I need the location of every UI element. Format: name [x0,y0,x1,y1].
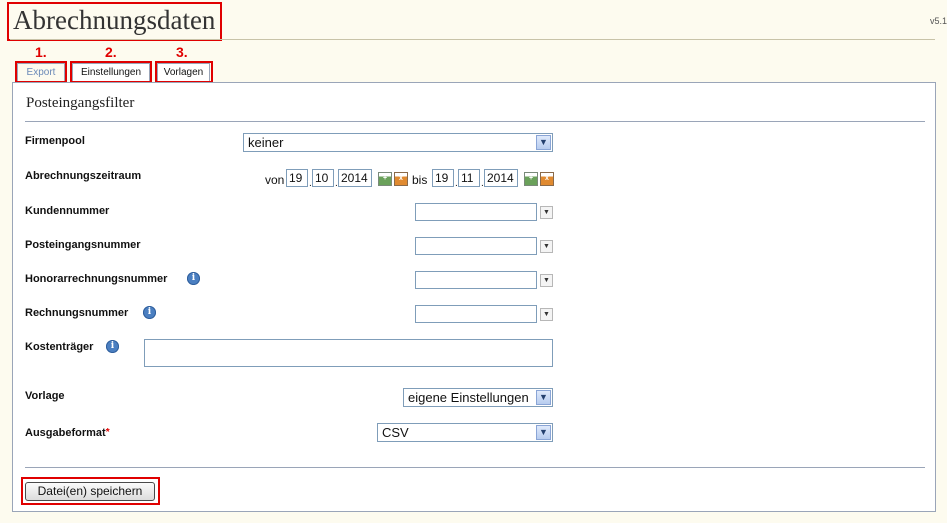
tab-vorlagen-highlight [155,61,213,83]
version-label: v5.1 [929,16,947,26]
von-label: von [265,173,285,187]
title-highlight [7,2,222,41]
kostentraeger-label: Kostenträger [25,341,94,353]
firmenpool-label: Firmenpool [25,135,85,147]
to-day-input[interactable]: 19 [432,169,454,187]
vorlage-value: eigene Einstellungen [408,390,529,405]
honorarrechnungsnummer-label: Honorarrechnungsnummer [25,273,168,285]
rechnungsnummer-label: Rechnungsnummer [25,307,129,319]
marker-2: 2. [105,44,117,60]
info-icon[interactable]: i [106,340,119,353]
kostentraeger-textarea[interactable] [144,339,553,367]
vorlage-select[interactable]: eigene Einstellungen ▼ [403,388,553,407]
from-year-input[interactable]: 2014 [338,169,372,187]
marker-3: 3. [176,44,188,60]
marker-1: 1. [35,44,47,60]
calendar-clear-icon[interactable]: x [540,172,554,186]
calendar-clear-icon[interactable]: x [394,172,408,186]
panel-title: Posteingangsfilter [26,95,135,111]
ausgabeformat-select[interactable]: CSV ▼ [377,423,553,442]
bis-label: bis [412,173,428,187]
kundennummer-label: Kundennummer [25,205,110,217]
rechnungsnummer-input[interactable] [415,305,537,323]
kundennummer-input[interactable] [415,203,537,221]
rechnungsnummer-dropdown-icon[interactable]: ▼ [540,308,553,321]
kundennummer-dropdown-icon[interactable]: ▼ [540,206,553,219]
vorlage-label: Vorlage [25,390,65,402]
chevron-down-icon: ▼ [536,425,551,440]
posteingangsnummer-input[interactable] [415,237,537,255]
honorarrechnungsnummer-input[interactable] [415,271,537,289]
zeitraum-label: Abrechnungszeitraum [25,170,142,182]
firmenpool-select[interactable]: keiner ▼ [243,133,553,152]
panel-title-rule [25,121,925,122]
to-month-input[interactable]: 11 [458,169,480,187]
ausgabeformat-label: Ausgabeformat* [25,427,110,439]
tab-export-highlight [15,61,67,83]
posteingangsnummer-label: Posteingangsnummer [25,239,141,251]
save-button-highlight [21,477,160,505]
chevron-down-icon: ▼ [536,135,551,150]
calendar-icon[interactable]: + [378,172,392,186]
info-icon[interactable]: i [187,272,200,285]
info-icon[interactable]: i [143,306,156,319]
calendar-icon[interactable]: + [524,172,538,186]
from-day-input[interactable]: 19 [286,169,308,187]
ausgabeformat-value: CSV [382,425,409,440]
tab-einstellungen-highlight [70,61,152,83]
posteingangsnummer-dropdown-icon[interactable]: ▼ [540,240,553,253]
chevron-down-icon: ▼ [536,390,551,405]
title-divider [10,39,935,40]
from-month-input[interactable]: 10 [312,169,334,187]
to-year-input[interactable]: 2014 [484,169,518,187]
honorarrechnungsnummer-dropdown-icon[interactable]: ▼ [540,274,553,287]
footer-rule [25,467,925,468]
firmenpool-value: keiner [248,135,284,150]
ausgabeformat-label-text: Ausgabeformat [25,427,106,439]
required-mark: * [105,427,110,438]
